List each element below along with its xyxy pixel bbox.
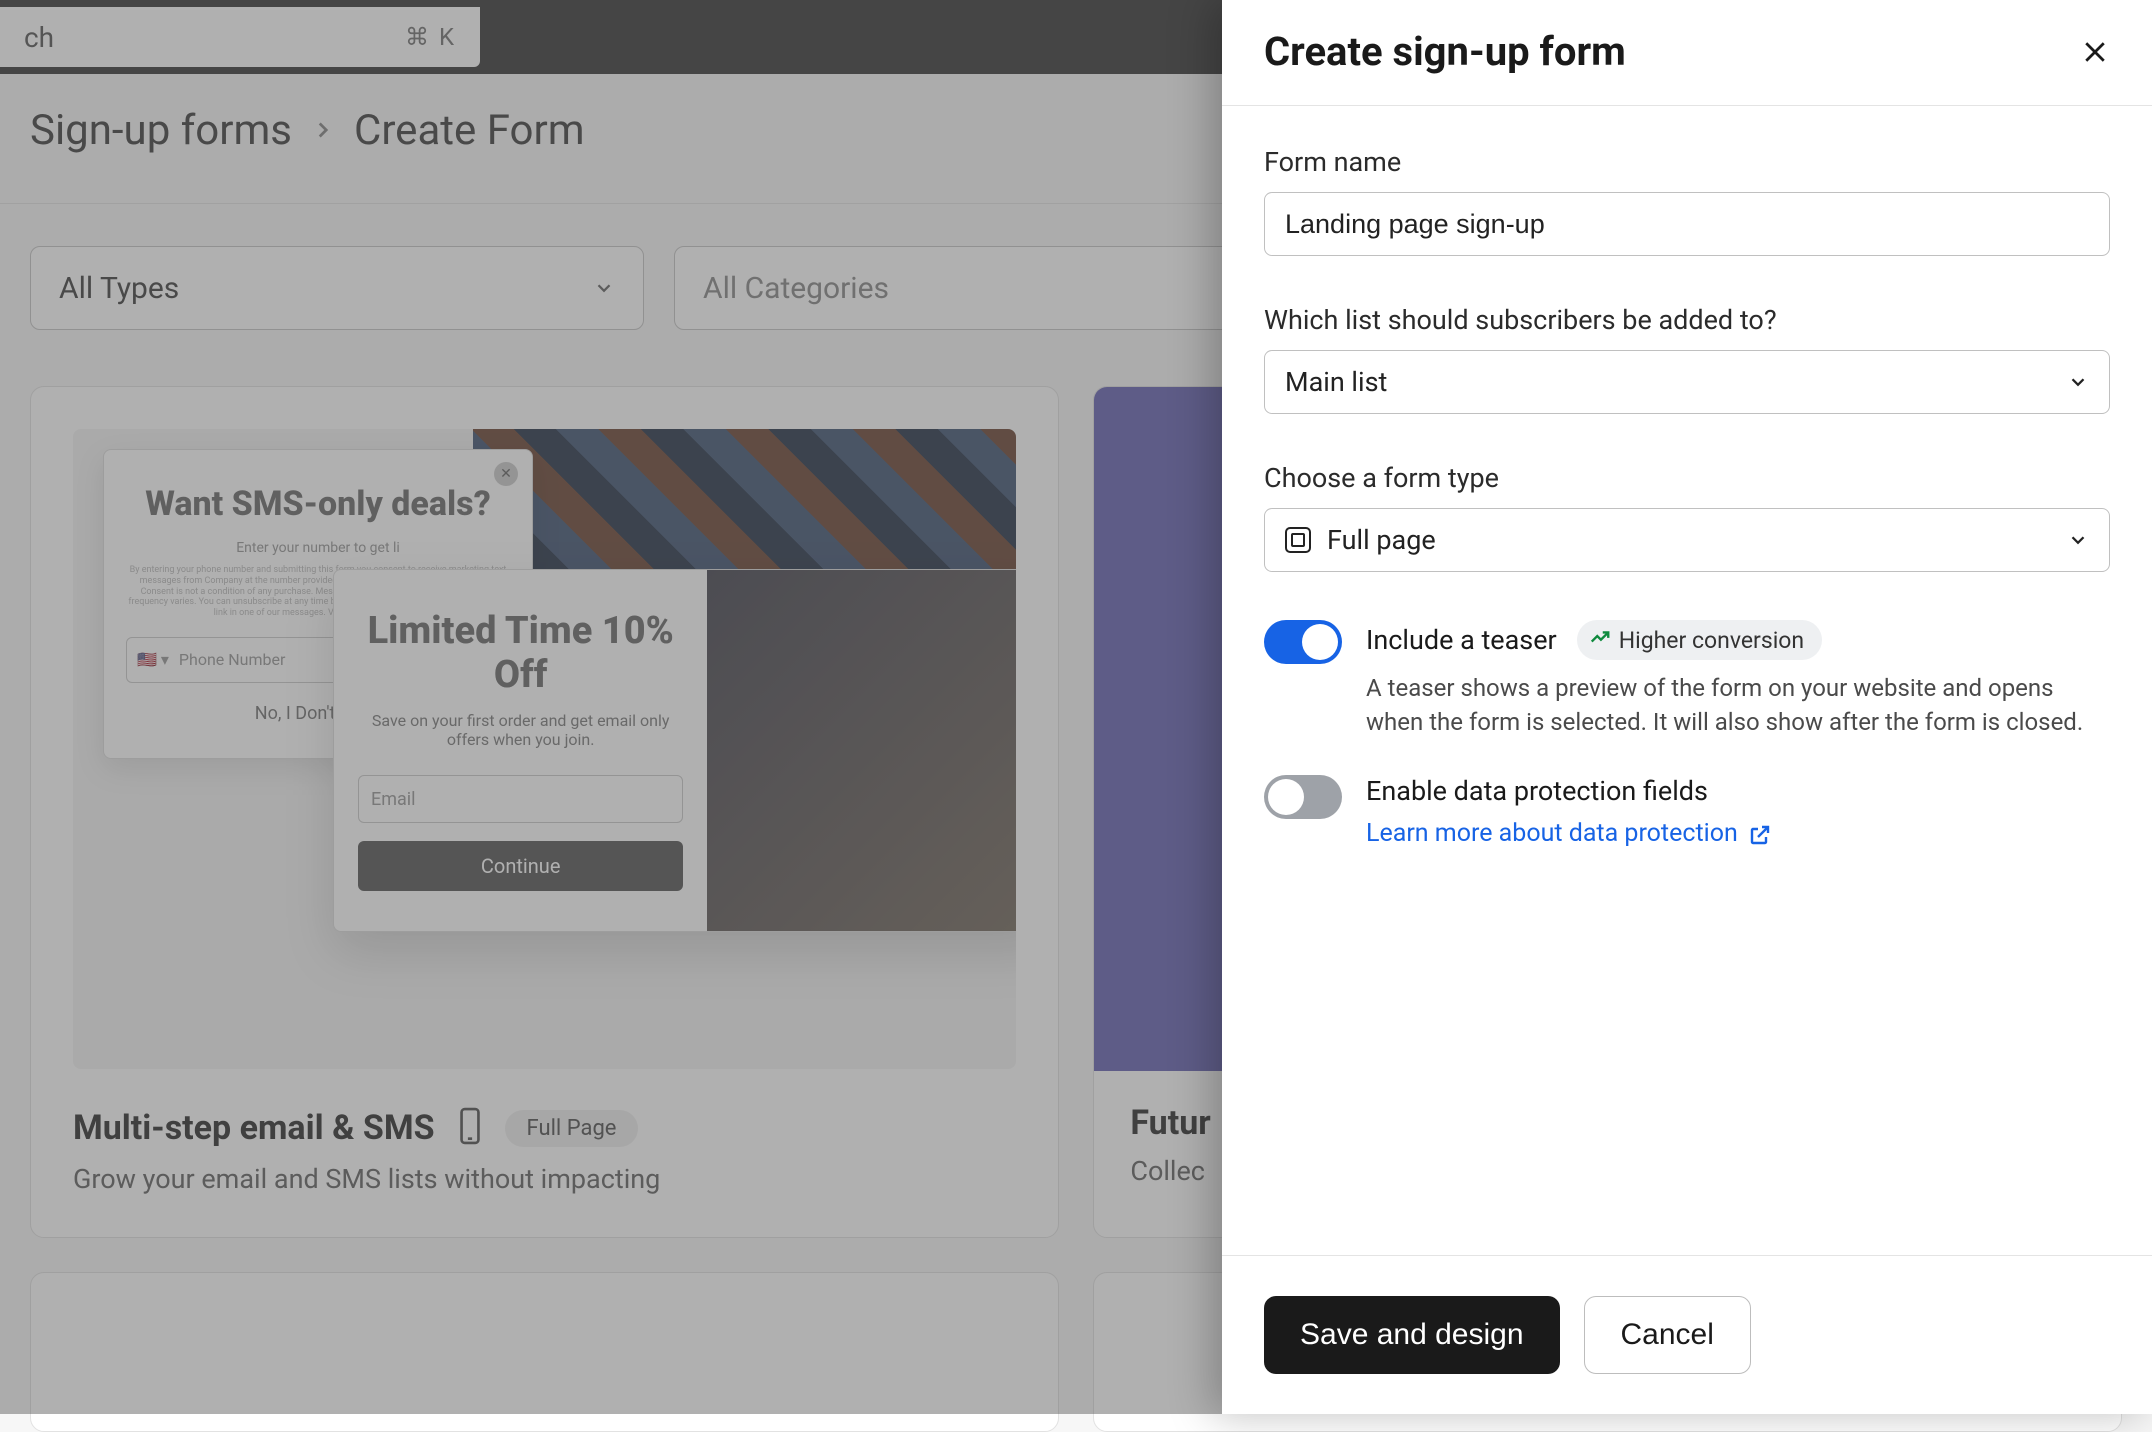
form-type-label: Choose a form type <box>1264 462 2110 494</box>
data-protection-toggle-row: Enable data protection fields Learn more… <box>1264 775 2110 848</box>
list-select-value: Main list <box>1285 366 1387 398</box>
form-type-value: Full page <box>1327 524 1436 556</box>
form-type-group: Choose a form type Full page <box>1264 462 2110 572</box>
teaser-title: Include a teaser <box>1366 624 1557 656</box>
chevron-down-icon <box>2067 371 2089 393</box>
data-protection-title: Enable data protection fields <box>1366 775 2110 807</box>
drawer-title: Create sign-up form <box>1264 28 1626 75</box>
chevron-down-icon <box>2067 529 2089 551</box>
list-select-group: Which list should subscribers be added t… <box>1264 304 2110 414</box>
drawer-header: Create sign-up form <box>1222 0 2152 106</box>
teaser-toggle-row: Include a teaser Higher conversion A tea… <box>1264 620 2110 739</box>
list-select[interactable]: Main list <box>1264 350 2110 414</box>
data-protection-link[interactable]: Learn more about data protection <box>1366 819 1772 848</box>
form-name-label: Form name <box>1264 146 2110 178</box>
drawer-body: Form name Which list should subscribers … <box>1222 106 2152 1255</box>
save-and-design-button[interactable]: Save and design <box>1264 1296 1560 1374</box>
create-form-drawer: Create sign-up form Form name Which list… <box>1222 0 2152 1414</box>
data-protection-toggle[interactable] <box>1264 775 1342 819</box>
close-button[interactable] <box>2080 37 2110 67</box>
trend-up-icon <box>1589 626 1611 654</box>
fullpage-icon <box>1285 527 1311 553</box>
link-text: Learn more about data protection <box>1366 819 1738 848</box>
teaser-toggle[interactable] <box>1264 620 1342 664</box>
cancel-button[interactable]: Cancel <box>1584 1296 1751 1374</box>
form-name-group: Form name <box>1264 146 2110 256</box>
external-link-icon <box>1748 819 1772 848</box>
teaser-desc: A teaser shows a preview of the form on … <box>1366 672 2110 739</box>
form-type-select[interactable]: Full page <box>1264 508 2110 572</box>
form-name-input[interactable] <box>1264 192 2110 256</box>
close-icon <box>2080 37 2110 67</box>
drawer-footer: Save and design Cancel <box>1222 1255 2152 1414</box>
badge-label: Higher conversion <box>1619 627 1804 654</box>
list-select-label: Which list should subscribers be added t… <box>1264 304 2110 336</box>
higher-conversion-badge: Higher conversion <box>1577 620 1822 660</box>
